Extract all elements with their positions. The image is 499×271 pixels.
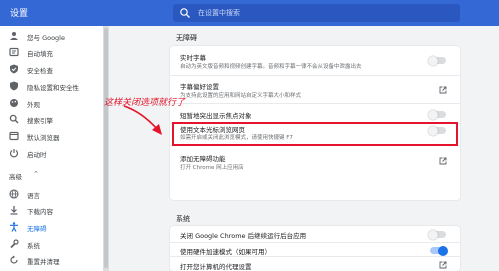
search-icon bbox=[180, 8, 190, 18]
reset-icon bbox=[10, 255, 18, 264]
sidebar-item-label: 隐私设置和安全性 bbox=[27, 84, 79, 92]
search-icon bbox=[9, 114, 19, 124]
row-hardware-acceleration: 使用硬件加速模式（如果可用） bbox=[170, 243, 460, 257]
globe-icon bbox=[9, 189, 19, 199]
sidebar-item-appearance[interactable]: 外观 bbox=[0, 96, 103, 110]
sidebar-item-reset[interactable]: 重置并清理 bbox=[0, 253, 103, 267]
sidebar-item-label: 无障碍 bbox=[27, 225, 47, 233]
external-link-icon[interactable] bbox=[439, 261, 447, 269]
background-apps-toggle[interactable] bbox=[428, 229, 446, 240]
sidebar-item-label: 您与 Google bbox=[27, 34, 65, 42]
sidebar-item-on-startup[interactable]: 启动时 bbox=[0, 146, 103, 160]
sidebar-item-downloads[interactable]: 下载内容 bbox=[0, 203, 103, 217]
row-title: 使用硬件加速模式（如果可用） bbox=[180, 248, 271, 256]
sidebar-item-label: 启动时 bbox=[27, 151, 47, 159]
sidebar-item-search-engine[interactable]: 搜索引擎 bbox=[0, 112, 103, 126]
annotation-arrow-icon bbox=[123, 105, 162, 135]
person-icon bbox=[10, 32, 18, 40]
sidebar-item-label: 下载内容 bbox=[27, 208, 53, 216]
row-title: 添加无障碍功能 bbox=[180, 155, 226, 163]
sidebar-item-system[interactable]: 系统 bbox=[0, 237, 103, 251]
sidebar-item-label: 外观 bbox=[27, 101, 40, 109]
scrollbar-thumb[interactable] bbox=[104, 28, 108, 268]
header-bar: 设置 在设置中搜索 bbox=[0, 0, 499, 26]
row-description: 自动为英文版音频和视频创建字幕。音频和字幕一律不会从设备中泄露出去 bbox=[180, 64, 362, 70]
row-title: 短暂地突出显示焦点对象 bbox=[180, 112, 252, 120]
row-description: 为支持此设置的应用和网站自定义字幕大小和样式 bbox=[180, 93, 302, 99]
row-proxy-settings[interactable]: 打开您计算机的代理设置 bbox=[170, 257, 460, 271]
toggle-knob bbox=[428, 55, 438, 66]
live-caption-toggle[interactable] bbox=[428, 55, 446, 66]
row-description: 打开 Chrome 网上应用店 bbox=[180, 165, 244, 171]
sidebar-item-safety-check[interactable]: 安全检查 bbox=[0, 62, 103, 76]
sidebar-item-languages[interactable]: 语言 bbox=[0, 187, 103, 201]
wrench-icon bbox=[10, 239, 19, 249]
sidebar-item-default-browser[interactable]: 默认浏览器 bbox=[0, 129, 103, 143]
system-card: 关闭 Google Chrome 后继续运行后台应用 使用硬件加速模式（如果可用… bbox=[170, 226, 460, 271]
external-link-icon[interactable] bbox=[439, 86, 447, 94]
toggle-knob bbox=[428, 109, 438, 120]
toggle-knob bbox=[438, 245, 448, 256]
power-icon bbox=[9, 149, 19, 158]
row-add-accessibility-features[interactable]: 添加无障碍功能 打开 Chrome 网上应用店 bbox=[170, 146, 460, 174]
browser-icon bbox=[9, 131, 19, 141]
sidebar-item-label: 重置并清理 bbox=[27, 258, 60, 266]
row-caption-preferences[interactable]: 字幕偏好设置 为支持此设置的应用和网站自定义字幕大小和样式 bbox=[170, 76, 460, 104]
row-title: 字幕偏好设置 bbox=[180, 83, 219, 91]
search-input[interactable]: 在设置中搜索 bbox=[198, 8, 240, 18]
highlight-box bbox=[172, 122, 458, 146]
section-title-accessibility: 无障碍 bbox=[176, 34, 197, 42]
sidebar-item-label: 系统 bbox=[27, 242, 40, 250]
toggle-knob bbox=[428, 229, 438, 240]
sidebar-item-privacy[interactable]: 隐私设置和安全性 bbox=[0, 79, 103, 93]
accessibility-icon bbox=[10, 222, 18, 232]
row-focus-highlight: 短暂地突出显示焦点对象 bbox=[170, 104, 460, 124]
autofill-icon bbox=[9, 47, 19, 57]
sidebar-item-label: 默认浏览器 bbox=[27, 134, 60, 142]
shield-icon bbox=[10, 81, 18, 91]
row-title: 打开您计算机的代理设置 bbox=[180, 263, 252, 271]
palette-icon bbox=[10, 99, 18, 107]
page-title: 设置 bbox=[10, 9, 29, 19]
sidebar-advanced-toggle[interactable]: 高级 ⌃ bbox=[9, 170, 39, 181]
sidebar-item-autofill[interactable]: 自动填充 bbox=[0, 45, 103, 59]
sidebar-item-you-and-google[interactable]: 您与 Google bbox=[0, 29, 103, 43]
download-icon bbox=[10, 206, 18, 215]
hardware-acceleration-toggle[interactable] bbox=[430, 245, 448, 256]
section-title-system: 系统 bbox=[176, 215, 190, 223]
external-link-icon[interactable] bbox=[439, 157, 447, 165]
sidebar-advanced-label: 高级 bbox=[9, 173, 22, 181]
row-live-caption: 实时字幕 自动为英文版音频和视频创建字幕。音频和字幕一律不会从设备中泄露出去 bbox=[170, 46, 460, 76]
focus-highlight-toggle[interactable] bbox=[428, 109, 446, 120]
chevron-up-icon: ⌃ bbox=[33, 170, 39, 178]
row-background-apps: 关闭 Google Chrome 后继续运行后台应用 bbox=[170, 226, 460, 243]
sidebar-item-label: 自动填充 bbox=[27, 50, 53, 58]
shield-check-icon bbox=[10, 64, 18, 74]
row-title: 实时字幕 bbox=[180, 54, 206, 62]
sidebar-item-label: 语言 bbox=[27, 192, 40, 200]
search-box[interactable]: 在设置中搜索 bbox=[173, 4, 460, 22]
sidebar-item-label: 安全检查 bbox=[27, 67, 53, 75]
sidebar-item-label: 搜索引擎 bbox=[27, 117, 53, 125]
row-title: 关闭 Google Chrome 后继续运行后台应用 bbox=[180, 232, 307, 240]
sidebar-item-accessibility[interactable]: 无障碍 bbox=[0, 220, 103, 234]
sidebar: 您与 Google 自动填充 安全检查 隐私设置和安全性 外观 搜索引擎 默认浏… bbox=[0, 26, 103, 271]
